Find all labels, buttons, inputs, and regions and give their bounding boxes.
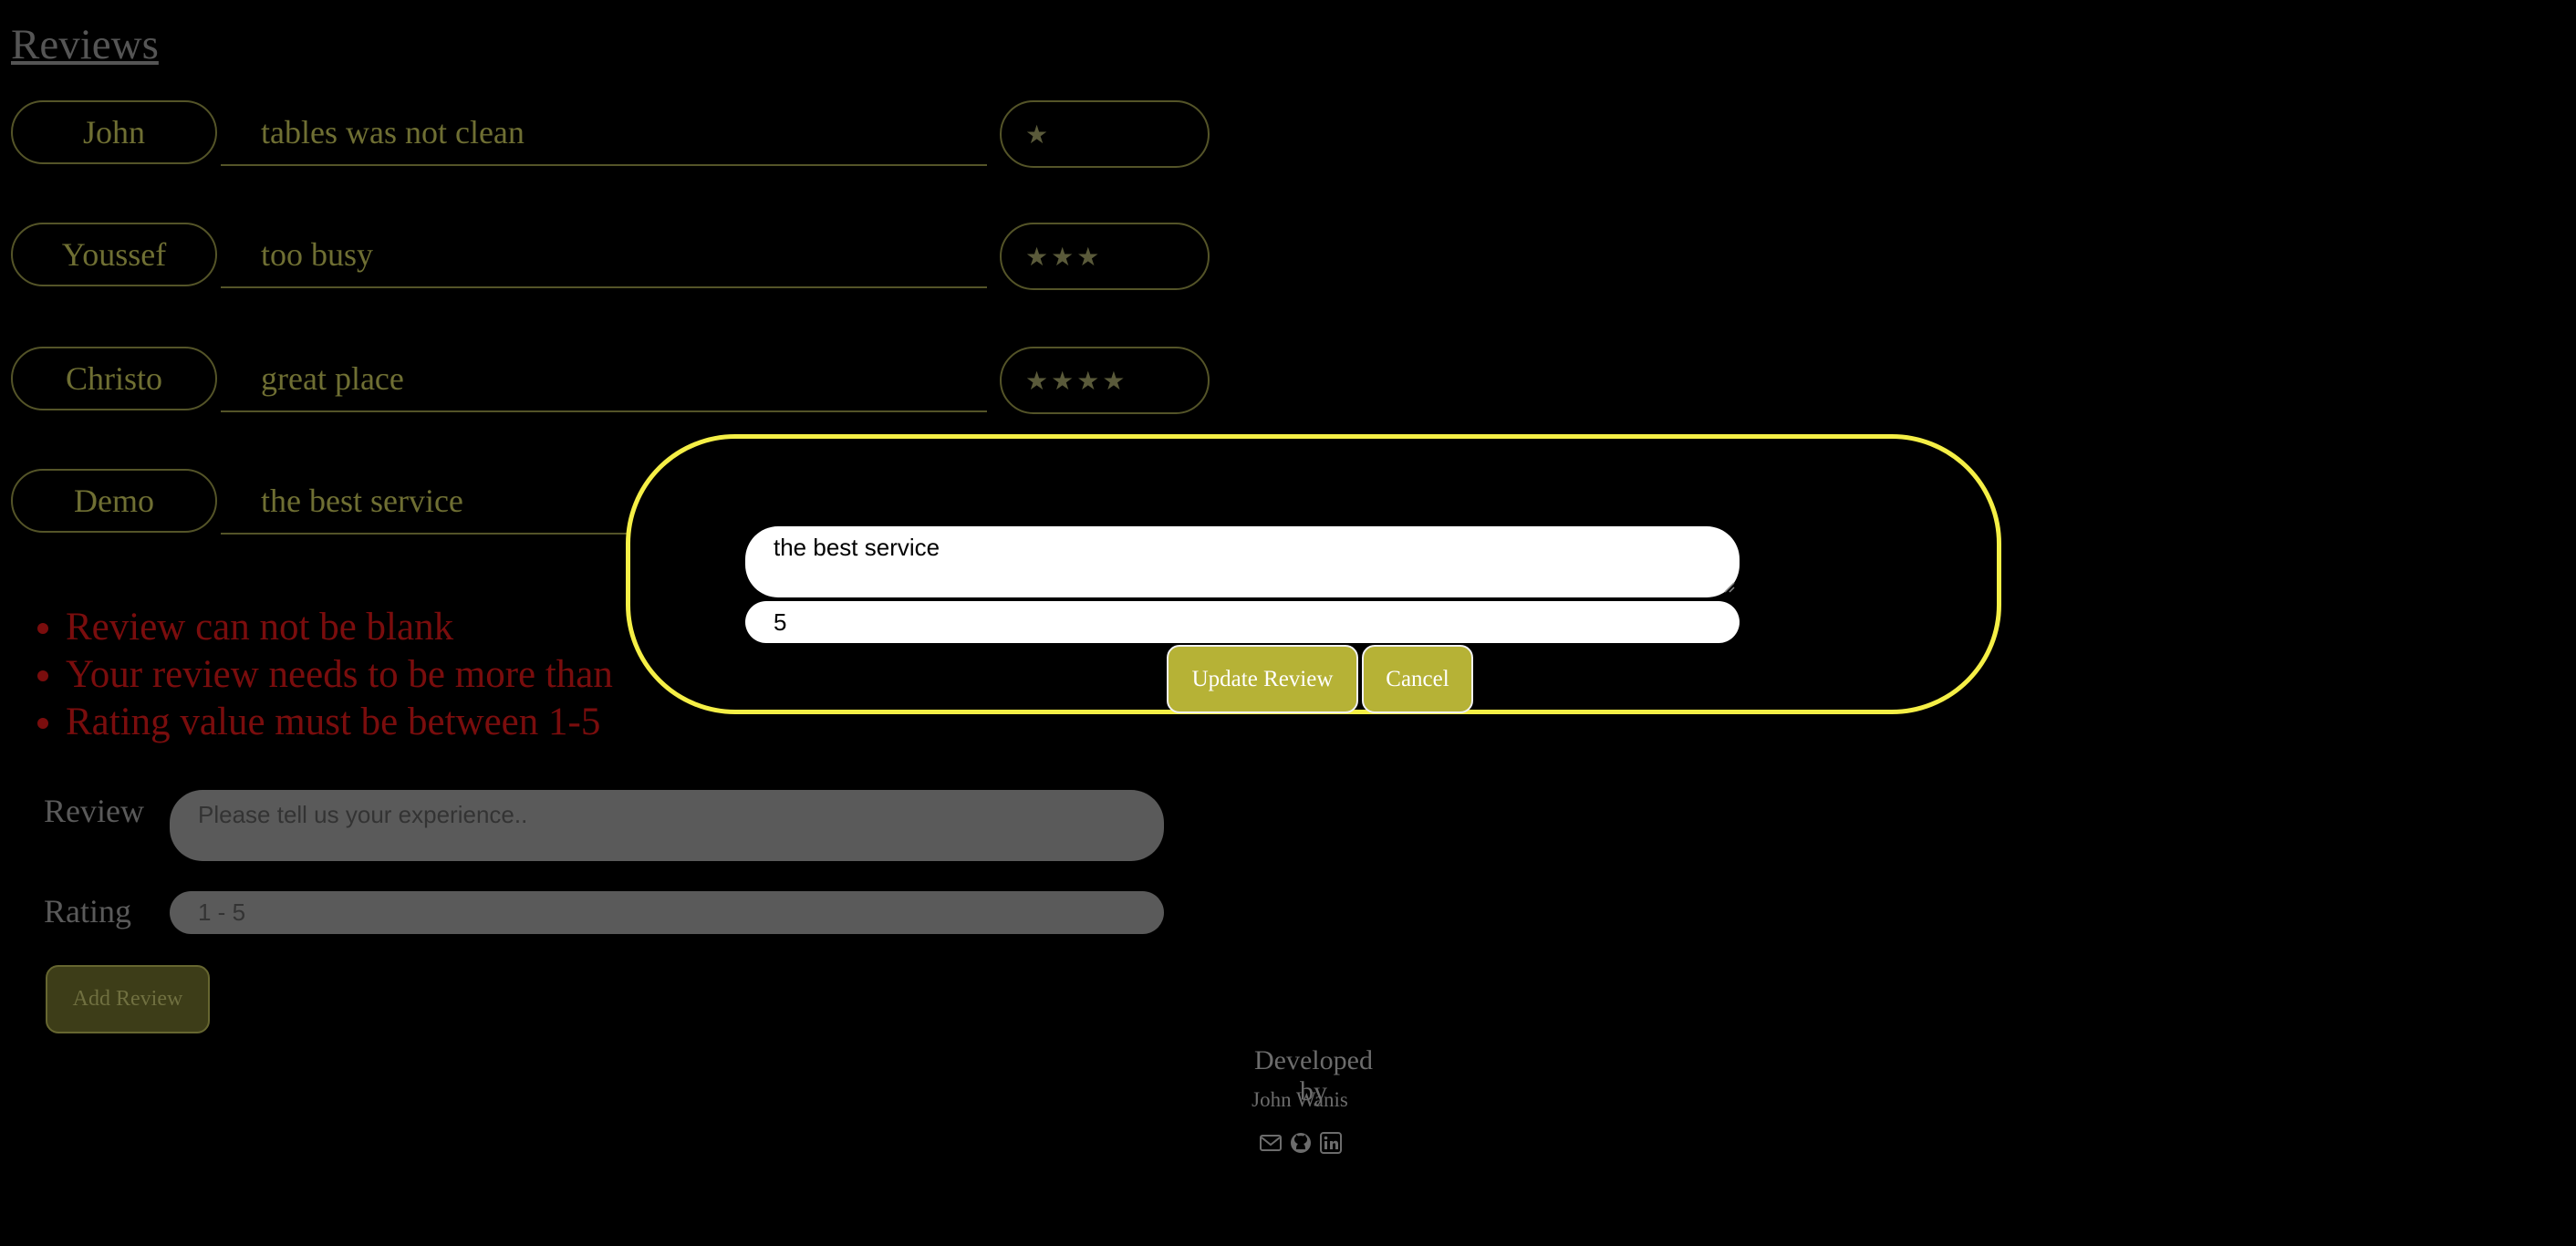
update-review-button[interactable]: Update Review	[1167, 645, 1358, 713]
page-title: Reviews	[11, 21, 159, 68]
edit-review-value: the best service	[774, 534, 940, 561]
rating-stars: ★ ★ ★ ★	[1000, 347, 1210, 414]
edit-rating-input[interactable]: 5	[745, 601, 1740, 643]
rating-placeholder: 1 - 5	[198, 898, 246, 926]
cancel-button[interactable]: Cancel	[1362, 645, 1473, 713]
error-message: Review can not be blank	[66, 604, 613, 651]
review-text[interactable]: too busy	[221, 223, 987, 288]
star-icon: ★	[1025, 119, 1049, 150]
github-icon[interactable]	[1289, 1131, 1313, 1155]
review-row: Youssef too busy ★ ★ ★	[11, 223, 1211, 290]
reviewer-name: Demo	[11, 469, 217, 533]
rating-stars: ★	[1000, 100, 1210, 168]
error-message: Your review needs to be more than	[66, 651, 613, 699]
star-icon: ★	[1076, 241, 1100, 272]
review-row: John tables was not clean ★	[11, 100, 1211, 168]
review-label: Review	[44, 793, 144, 829]
email-icon[interactable]	[1259, 1131, 1283, 1155]
review-text[interactable]: tables was not clean	[221, 100, 987, 166]
star-icon: ★	[1025, 365, 1049, 396]
resize-handle-icon[interactable]	[1722, 580, 1735, 593]
star-icon: ★	[1025, 241, 1049, 272]
error-list: Review can not be blank Your review need…	[27, 604, 613, 746]
rating-label: Rating	[44, 893, 131, 929]
star-icon: ★	[1051, 365, 1075, 396]
linkedin-icon[interactable]	[1319, 1131, 1343, 1155]
star-icon: ★	[1051, 241, 1075, 272]
edit-review-modal: the best service 5 Update Review Cancel	[626, 434, 2001, 714]
edit-review-textarea[interactable]: the best service	[745, 526, 1740, 597]
review-placeholder: Please tell us your experience..	[198, 801, 528, 828]
error-message: Rating value must be between 1-5	[66, 699, 613, 746]
reviewer-name: John	[11, 100, 217, 164]
reviewer-name: Christo	[11, 347, 217, 410]
reviews-page: Reviews John tables was not clean ★ Yous…	[0, 0, 2576, 1246]
review-text[interactable]: great place	[221, 347, 987, 412]
review-textarea[interactable]: Please tell us your experience..	[170, 790, 1164, 861]
reviewer-name: Youssef	[11, 223, 217, 286]
developer-name: John Wanis	[1252, 1088, 1348, 1111]
add-review-button[interactable]: Add Review	[46, 965, 210, 1033]
rating-stars: ★ ★ ★	[1000, 223, 1210, 290]
rating-input[interactable]: 1 - 5	[170, 891, 1164, 934]
star-icon: ★	[1102, 365, 1126, 396]
star-icon: ★	[1076, 365, 1100, 396]
review-row: Christo great place ★ ★ ★ ★	[11, 347, 1211, 414]
social-links	[1259, 1131, 1343, 1155]
edit-rating-value: 5	[774, 607, 787, 636]
